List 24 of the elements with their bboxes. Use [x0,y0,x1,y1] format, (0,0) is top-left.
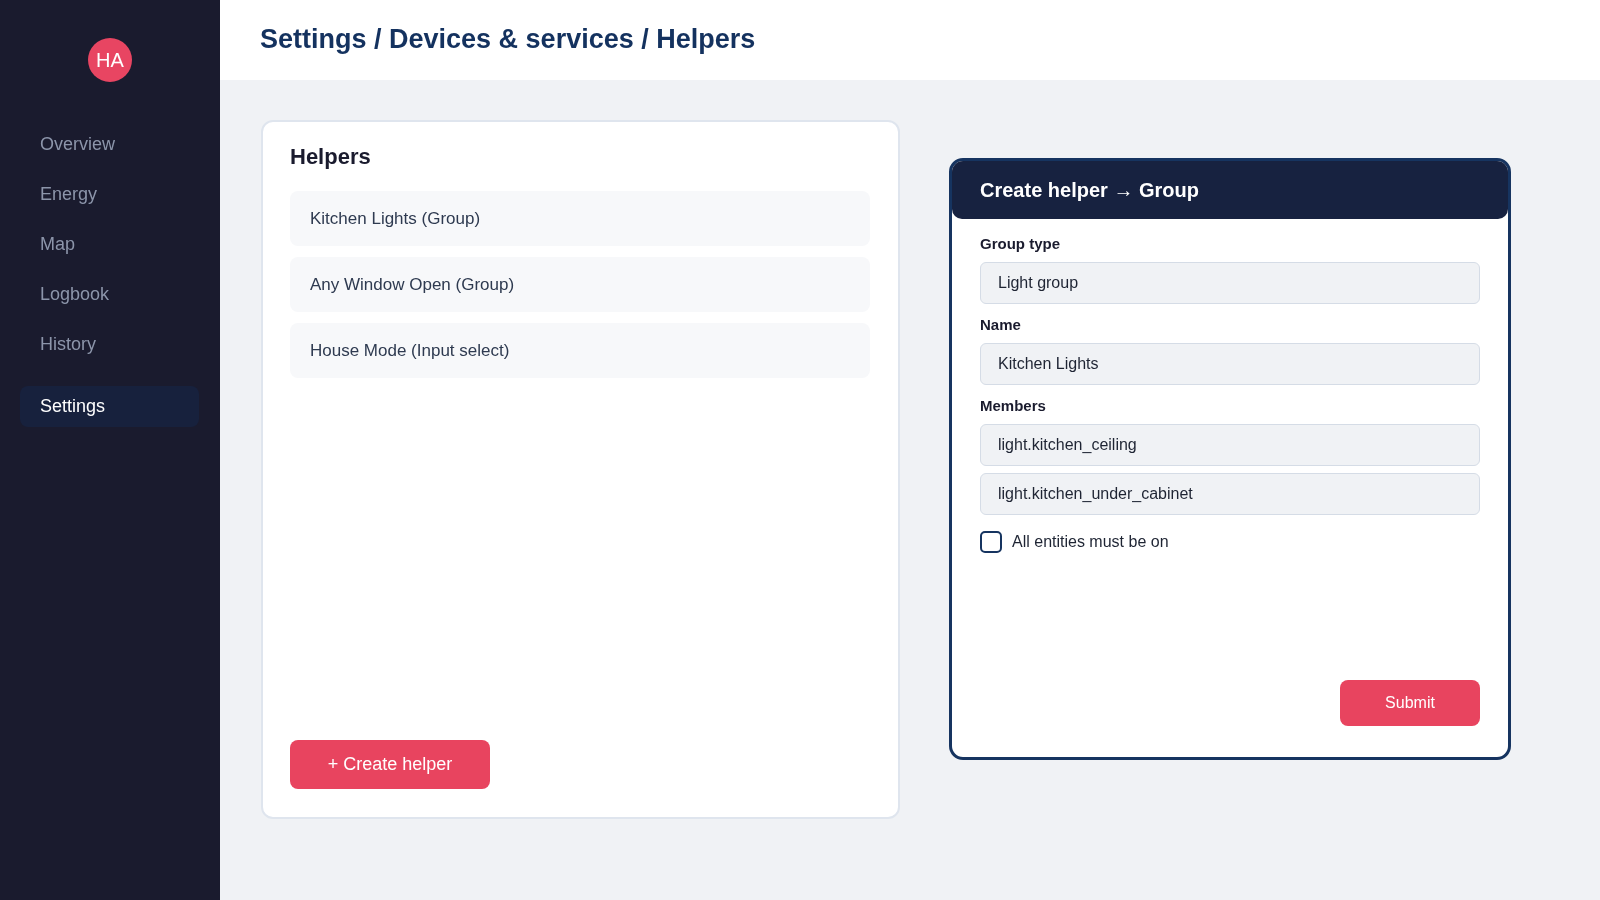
breadcrumb-title: Settings / Devices & services / Helpers [260,23,756,55]
sidebar-item[interactable]: Logbook [20,274,199,315]
initials-avatar: HA [88,38,132,82]
helper-list-item[interactable]: House Mode (Input select) [290,323,870,378]
field-label: Members [980,397,1046,415]
helper-list-item[interactable]: Any Window Open (Group) [290,257,870,312]
input-field[interactable]: light.kitchen_ceiling [980,424,1480,466]
dialog-title: Create helper → Group [980,178,1199,202]
input-field[interactable]: Kitchen Lights [980,343,1480,385]
field-label: Group type [980,235,1060,253]
sidebar-item[interactable]: Map [20,224,199,265]
sidebar-item[interactable]: Overview [20,124,199,165]
card-title: Helpers [290,144,371,170]
field-label: Name [980,316,1021,334]
helper-list-item[interactable]: Kitchen Lights (Group) [290,191,870,246]
sidebar-item[interactable]: Settings [20,386,199,427]
input-field[interactable]: Light group [980,262,1480,304]
submit-button[interactable]: Submit [1340,680,1480,726]
create-helper-button[interactable]: + Create helper [290,740,490,789]
checkbox[interactable] [980,531,1002,553]
input-field[interactable]: light.kitchen_under_cabinet [980,473,1480,515]
checkbox-label: All entities must be on [1012,533,1169,551]
sidebar-item[interactable]: Energy [20,174,199,215]
sidebar-item[interactable]: History [20,324,199,365]
